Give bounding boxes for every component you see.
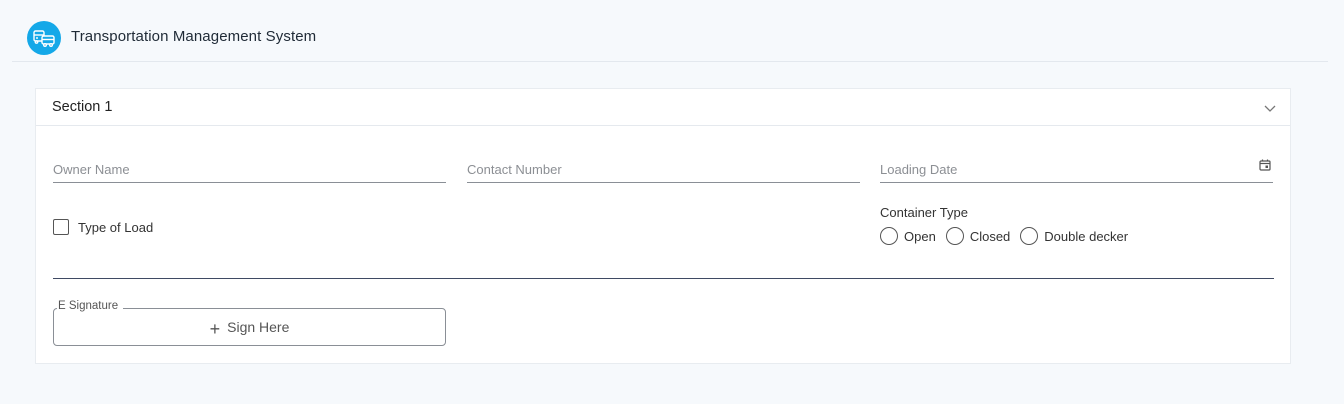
owner-name-field[interactable]: Owner Name — [53, 147, 450, 184]
contact-number-input[interactable] — [467, 147, 864, 184]
section-header[interactable]: Section 1 — [36, 89, 1290, 126]
owner-name-input[interactable] — [53, 147, 450, 184]
radio-button[interactable] — [1020, 227, 1039, 245]
radio-label[interactable]: Closed — [970, 229, 1010, 244]
sign-here-button[interactable]: + Sign Here — [54, 319, 445, 339]
radio-button[interactable] — [945, 227, 964, 245]
type-of-load-label[interactable]: Type of Load — [78, 220, 153, 235]
app-title: Transportation Management System — [71, 28, 317, 45]
radio-option-double-decker[interactable]: Double decker — [1020, 227, 1128, 245]
radio-label[interactable]: Double decker — [1044, 229, 1128, 244]
truck-icon — [27, 21, 61, 55]
e-signature-field[interactable]: E Signature + Sign Here — [53, 300, 446, 346]
sign-here-label: Sign Here — [227, 319, 290, 335]
chevron-down-icon[interactable] — [1264, 103, 1276, 113]
loading-date-input[interactable] — [880, 147, 1277, 184]
app-header: Transportation Management System — [12, 0, 1328, 62]
section-card: Section 1 Owner Name Contact Number Load… — [35, 88, 1291, 364]
type-of-load-checkbox-row[interactable]: Type of Load — [53, 218, 153, 236]
container-type-radio-group: Open Closed Double decker — [880, 227, 1138, 245]
calendar-icon[interactable] — [1259, 159, 1271, 171]
loading-date-field[interactable]: Loading Date — [880, 147, 1277, 184]
container-type-label: Container Type — [880, 205, 968, 220]
contact-number-field[interactable]: Contact Number — [467, 147, 864, 184]
section-title: Section 1 — [52, 99, 113, 115]
section-divider — [53, 278, 1274, 279]
type-of-load-checkbox[interactable] — [53, 219, 69, 235]
e-signature-legend: E Signature — [57, 300, 124, 312]
plus-icon: + — [209, 319, 221, 339]
radio-option-closed[interactable]: Closed — [945, 227, 1010, 245]
radio-label[interactable]: Open — [904, 229, 936, 244]
radio-button[interactable] — [880, 227, 898, 245]
radio-option-open[interactable]: Open — [880, 227, 936, 245]
